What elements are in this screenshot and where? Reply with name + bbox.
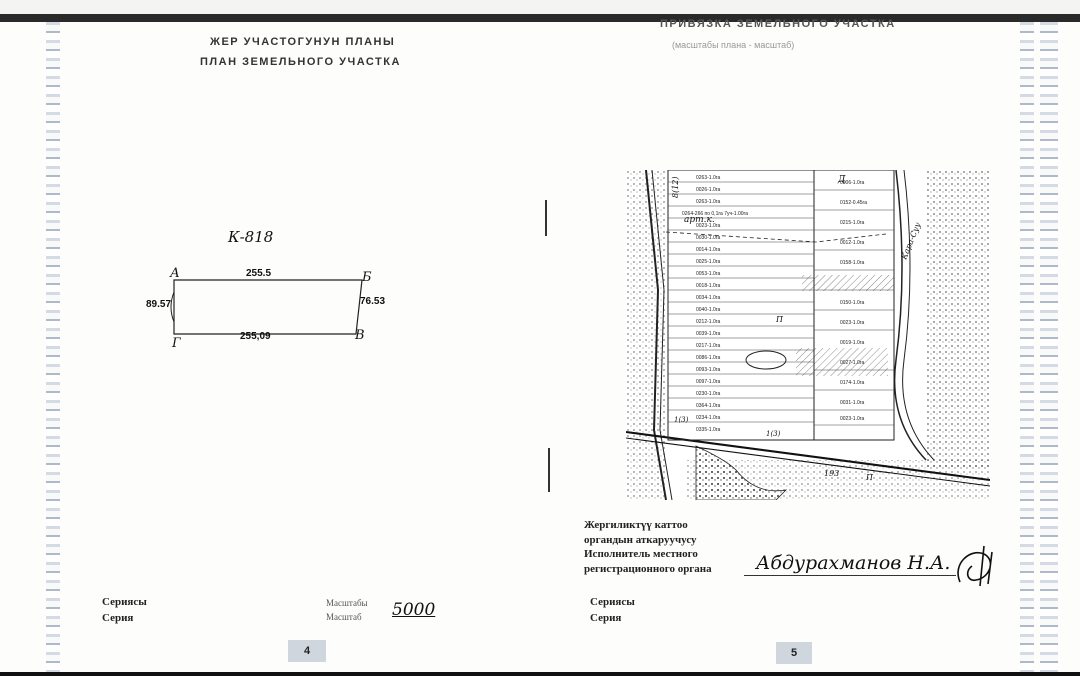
svg-text:0014-1.0га: 0014-1.0га xyxy=(696,247,720,253)
svg-text:0263-1.0га: 0263-1.0га xyxy=(696,175,720,181)
right-title: ПРИВЯЗКА ЗЕМЕЛЬНОГО УЧАСТКА xyxy=(660,18,896,30)
left-page-number: 4 xyxy=(288,640,326,662)
scale-value: 5000 xyxy=(392,600,436,620)
svg-text:0150-1.0га: 0150-1.0га xyxy=(840,300,864,306)
svg-text:арт.к.: арт.к. xyxy=(684,215,715,225)
authority-block: Жергиликтүү каттоо органдын аткаруучусу … xyxy=(584,518,712,576)
authority-line-3: Исполнитель местного xyxy=(584,548,698,560)
svg-text:П: П xyxy=(775,315,784,324)
top-bar xyxy=(0,0,1080,22)
scale-kg: Масштабы xyxy=(326,598,368,608)
dim-right: 76.53 xyxy=(360,296,386,307)
svg-text:0263-1.0га: 0263-1.0га xyxy=(696,199,720,205)
svg-text:0230-1.0га: 0230-1.0га xyxy=(696,391,720,397)
svg-text:0039-1.0га: 0039-1.0га xyxy=(696,331,720,337)
left-binding-edge xyxy=(46,22,60,672)
authority-line-2: органдын аткаруучусу xyxy=(584,533,697,546)
svg-text:0023-1.0га: 0023-1.0га xyxy=(840,320,864,326)
svg-text:0031-1.0га: 0031-1.0га xyxy=(840,400,864,406)
signature-line xyxy=(744,575,956,576)
left-series-ru: Серия xyxy=(102,612,134,624)
authority-line-1: Жергиликтүү каттоо xyxy=(584,519,688,531)
left-title-ru: ПЛАН ЗЕМЕЛЬНОГО УЧАСТКА xyxy=(200,56,401,68)
svg-text:0018-1.0га: 0018-1.0га xyxy=(696,283,720,289)
right-subtitle: (масштабы плана - масштаб) xyxy=(672,40,795,50)
left-series-kg: Сериясы xyxy=(102,596,147,608)
svg-text:Д: Д xyxy=(837,175,846,185)
right-binding-edge xyxy=(1020,22,1034,672)
document-spread: ЖЕР УЧАСТОГУНУН ПЛАНЫ ПЛАН ЗЕМЕЛЬНОГО УЧ… xyxy=(0,18,1080,672)
dim-top: 255.5 xyxy=(246,268,272,279)
signature: Абдурахманов Н.А. xyxy=(756,552,951,574)
svg-text:0097-1.0га: 0097-1.0га xyxy=(696,379,720,385)
svg-text:0027-1.0га: 0027-1.0га xyxy=(840,360,864,366)
right-series-kg: Сериясы xyxy=(590,596,635,608)
signature-flourish xyxy=(957,545,993,587)
svg-text:П: П xyxy=(865,473,874,482)
svg-text:0212-1.0га: 0212-1.0га xyxy=(696,319,720,325)
svg-text:0040-1.0га: 0040-1.0га xyxy=(696,307,720,313)
right-series-ru: Серия xyxy=(590,612,622,624)
authority-line-4: регистрационного органа xyxy=(584,562,712,575)
svg-text:0215-1.0га: 0215-1.0га xyxy=(840,220,864,226)
dim-left: 89.57 xyxy=(146,299,172,310)
svg-text:Кара-Суу: Кара-Суу xyxy=(899,221,922,262)
gutter-mark-top xyxy=(545,200,547,236)
svg-text:8(12): 8(12) xyxy=(671,176,680,198)
svg-text:0026-1.0га: 0026-1.0га xyxy=(696,187,720,193)
left-title-kg: ЖЕР УЧАСТОГУНУН ПЛАНЫ xyxy=(210,36,396,48)
svg-text:0086-1.0га: 0086-1.0га xyxy=(696,355,720,361)
dim-bottom: 255,09 xyxy=(240,331,271,342)
svg-text:193: 193 xyxy=(824,469,839,478)
cadastral-map: 0263-1.0га 0026-1.0га 0263-1.0га 0264-266 … xyxy=(626,170,990,500)
svg-text:0023-1.0га: 0023-1.0га xyxy=(840,416,864,422)
svg-text:0158-1.0га: 0158-1.0га xyxy=(840,260,864,266)
corner-a: А xyxy=(170,266,180,281)
svg-text:0364-1.0га: 0364-1.0га xyxy=(696,403,720,409)
corner-b: Б xyxy=(362,270,372,285)
svg-text:0019-1.0га: 0019-1.0га xyxy=(840,340,864,346)
right-page-edge xyxy=(1040,22,1058,672)
scale-ru: Масштаб xyxy=(326,612,362,622)
svg-text:0234-1.0га: 0234-1.0га xyxy=(696,415,720,421)
svg-text:1(3): 1(3) xyxy=(674,416,689,424)
previous-page-strip xyxy=(0,0,1080,14)
svg-text:0335-1.0га: 0335-1.0га xyxy=(696,427,720,433)
svg-text:0093-1.0га: 0093-1.0га xyxy=(696,367,720,373)
bottom-edge xyxy=(0,672,1080,676)
svg-text:0174-1.0га: 0174-1.0га xyxy=(840,380,864,386)
svg-text:1(3): 1(3) xyxy=(766,430,781,438)
plot-code: К-818 xyxy=(228,228,274,246)
svg-text:0030-1.0га: 0030-1.0га xyxy=(696,235,720,241)
corner-v: В xyxy=(355,328,365,343)
corner-g: Г xyxy=(172,336,181,351)
gutter-mark-bottom xyxy=(548,448,550,492)
svg-text:0053-1.0га: 0053-1.0га xyxy=(696,271,720,277)
svg-text:0152-0.45га: 0152-0.45га xyxy=(840,200,867,206)
svg-text:0217-1.0га: 0217-1.0га xyxy=(696,343,720,349)
svg-text:0012-1.0га: 0012-1.0га xyxy=(840,240,864,246)
svg-text:0034-1.0га: 0034-1.0га xyxy=(696,295,720,301)
map-drawing: 0263-1.0га0026-1.0га0263-1.0га 0264-266 … xyxy=(626,170,990,500)
right-page-number: 5 xyxy=(776,642,812,664)
svg-text:0025-1.0га: 0025-1.0га xyxy=(696,259,720,265)
